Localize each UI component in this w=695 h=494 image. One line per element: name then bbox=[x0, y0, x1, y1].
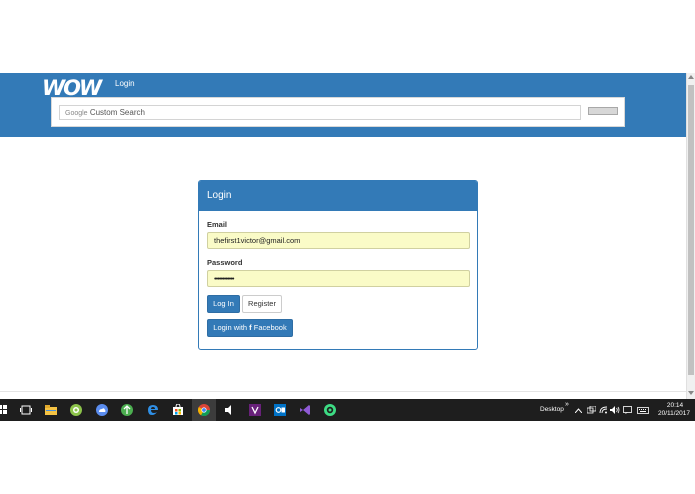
store-icon[interactable] bbox=[171, 403, 185, 417]
facebook-button-prefix: Login with bbox=[213, 323, 248, 332]
email-label: Email bbox=[207, 220, 228, 229]
search-button[interactable] bbox=[588, 107, 618, 115]
search-input[interactable]: Google Custom Search bbox=[59, 105, 581, 120]
browser-viewport: WOW Login Google Custom Search Login Ema… bbox=[0, 73, 686, 399]
screen: WOW Login Google Custom Search Login Ema… bbox=[0, 0, 695, 494]
task-view-icon[interactable] bbox=[19, 403, 33, 417]
email-field[interactable]: thefirst1victor@gmail.com bbox=[207, 232, 470, 249]
chrome-icon[interactable] bbox=[197, 403, 211, 417]
register-button[interactable]: Register bbox=[242, 295, 282, 313]
android-studio-icon[interactable] bbox=[323, 403, 337, 417]
visual-studio-icon[interactable] bbox=[298, 403, 312, 417]
scroll-up-icon[interactable] bbox=[688, 75, 694, 79]
desktop-toolbar-label[interactable]: Desktop bbox=[540, 406, 564, 414]
cloud-app-icon[interactable] bbox=[95, 403, 109, 417]
notification-icon[interactable] bbox=[622, 403, 632, 417]
tray-chevron-up-icon[interactable] bbox=[573, 403, 583, 417]
facebook-button-suffix: Facebook bbox=[253, 323, 287, 332]
media-icon[interactable] bbox=[222, 403, 236, 417]
search-bar-container: Google Custom Search bbox=[51, 97, 625, 127]
search-placeholder: Custom Search bbox=[89, 108, 145, 117]
site-header: WOW Login Google Custom Search bbox=[0, 73, 686, 137]
green-app-icon[interactable] bbox=[120, 403, 134, 417]
clock-time[interactable]: 20:14 bbox=[665, 402, 685, 410]
windows-taskbar: Desktop » 20:14 20/11/2017 bbox=[0, 399, 695, 421]
network-icon[interactable] bbox=[586, 403, 596, 417]
file-explorer-icon[interactable] bbox=[44, 403, 58, 417]
password-field[interactable]: •••••••••••• bbox=[207, 270, 470, 287]
password-label: Password bbox=[207, 258, 243, 267]
keyboard-icon[interactable] bbox=[636, 403, 650, 417]
scrollbar-thumb[interactable] bbox=[688, 85, 694, 375]
login-button[interactable]: Log In bbox=[207, 295, 240, 313]
wifi-icon[interactable] bbox=[598, 403, 608, 417]
facebook-icon: f bbox=[249, 323, 252, 332]
outlook-icon[interactable] bbox=[273, 403, 287, 417]
login-panel-title: Login bbox=[199, 181, 477, 211]
clock-date[interactable]: 20/11/2017 bbox=[655, 410, 693, 418]
vertical-scrollbar[interactable] bbox=[686, 73, 695, 399]
android-app-icon[interactable] bbox=[69, 403, 83, 417]
search-google-label: Google bbox=[65, 110, 88, 117]
edge-icon[interactable] bbox=[146, 403, 160, 417]
volume-icon[interactable] bbox=[610, 403, 620, 417]
site-logo[interactable]: WOW bbox=[42, 77, 102, 99]
nav-login-link[interactable]: Login bbox=[115, 79, 135, 89]
scroll-down-icon[interactable] bbox=[688, 391, 694, 395]
page-divider bbox=[0, 391, 686, 392]
login-panel: Login Email thefirst1victor@gmail.com Pa… bbox=[198, 180, 478, 350]
visual-studio-purple-icon[interactable] bbox=[248, 403, 262, 417]
start-icon[interactable] bbox=[0, 403, 10, 417]
desktop-toolbar-chevron[interactable]: » bbox=[565, 401, 569, 409]
facebook-login-button[interactable]: Login with f Facebook bbox=[207, 319, 293, 337]
